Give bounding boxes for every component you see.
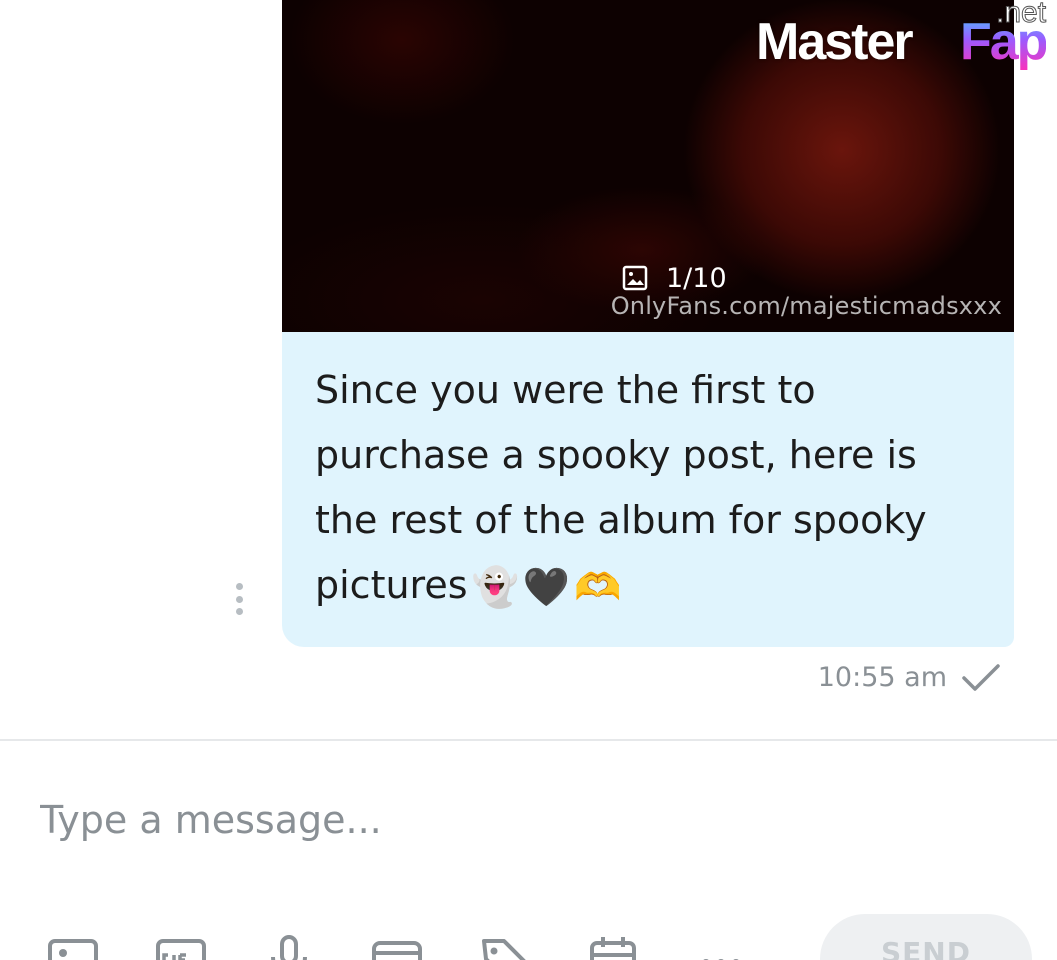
dot-icon [235, 608, 243, 615]
message-options-button[interactable] [232, 583, 246, 615]
image-icon [622, 265, 648, 291]
black-heart-emoji: 🖤 [522, 565, 571, 609]
message-time: 10:55 am [817, 662, 947, 693]
watermark-url: OnlyFans.com/majesticmadsxxx [610, 292, 1002, 320]
message-meta: 10:55 am [818, 662, 1001, 693]
dot-icon [235, 583, 243, 590]
ghost-emoji: 👻 [471, 565, 519, 609]
message-text-container: Since you were the first to purchase a s… [315, 358, 975, 620]
check-icon [962, 663, 1000, 691]
composer-divider [0, 739, 1057, 741]
dot-icon [235, 595, 243, 603]
brand-logo: Master Fap .net [756, 0, 1057, 80]
gif-icon[interactable] [154, 933, 208, 960]
price-tag-icon[interactable] [478, 933, 532, 960]
brand-logo-master: Master [756, 13, 914, 71]
message-bubble[interactable]: Since you were the first to purchase a s… [282, 332, 1014, 647]
more-icon[interactable] [694, 933, 748, 960]
brand-logo-net: .net [995, 0, 1047, 30]
send-button[interactable]: SEND [820, 914, 1032, 960]
media-counter-text: 1/10 [666, 262, 727, 294]
heart-hands-emoji: 🫶 [574, 565, 622, 609]
send-button-label: SEND [881, 936, 971, 960]
message-emojis: 👻 🖤 🫶 [472, 555, 622, 620]
vault-icon[interactable] [370, 933, 424, 960]
media-counter: 1/10 [622, 262, 727, 294]
calendar-icon[interactable] [586, 933, 640, 960]
image-icon[interactable] [46, 933, 100, 960]
microphone-icon[interactable] [262, 933, 316, 960]
message-input[interactable] [40, 785, 1000, 855]
